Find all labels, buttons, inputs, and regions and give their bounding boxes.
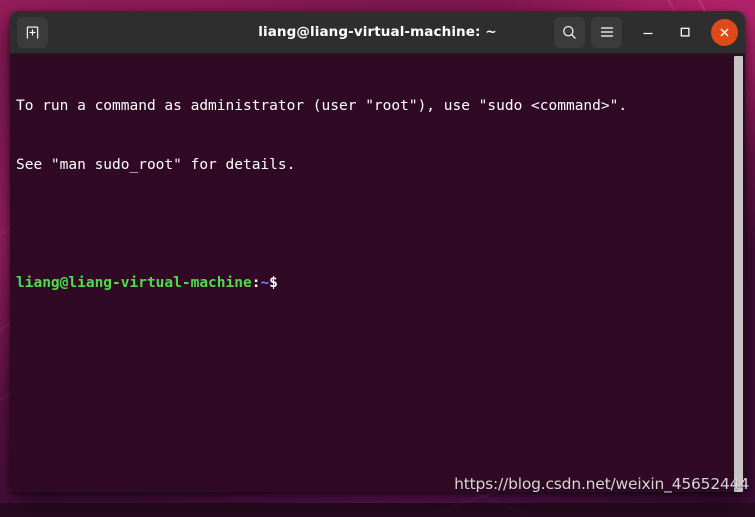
close-button[interactable] [711, 18, 738, 46]
prompt-sigil: $ [269, 274, 278, 291]
close-icon [720, 28, 729, 36]
terminal-line: To run a command as administrator (user … [16, 98, 628, 115]
terminal-line: See "man sudo_root" for details. [16, 156, 296, 173]
menu-button[interactable] [591, 16, 622, 48]
search-button[interactable] [554, 16, 585, 48]
new-tab-icon [26, 26, 39, 39]
terminal-output[interactable]: To run a command as administrator (user … [10, 54, 732, 492]
titlebar[interactable]: liang@liang-virtual-machine: ~ [10, 11, 745, 54]
search-icon [563, 25, 576, 39]
prompt-path: ~ [260, 274, 270, 291]
scrollbar-thumb[interactable] [734, 56, 743, 492]
new-tab-button[interactable] [17, 16, 48, 48]
terminal-body[interactable]: To run a command as administrator (user … [10, 54, 745, 492]
terminal-scrollbar[interactable] [732, 54, 745, 492]
minimize-button[interactable] [632, 17, 663, 48]
hamburger-menu-icon [600, 27, 613, 37]
terminal-window: liang@liang-virtual-machine: ~ To run a … [10, 11, 745, 492]
titlebar-controls [554, 16, 738, 48]
prompt-user-host: liang@liang-virtual-machine [16, 274, 252, 291]
maximize-icon [680, 27, 690, 37]
maximize-button[interactable] [669, 17, 700, 48]
terminal-prompt-line: liang@liang-virtual-machine:~$ [16, 274, 726, 294]
minimize-icon [642, 32, 653, 35]
